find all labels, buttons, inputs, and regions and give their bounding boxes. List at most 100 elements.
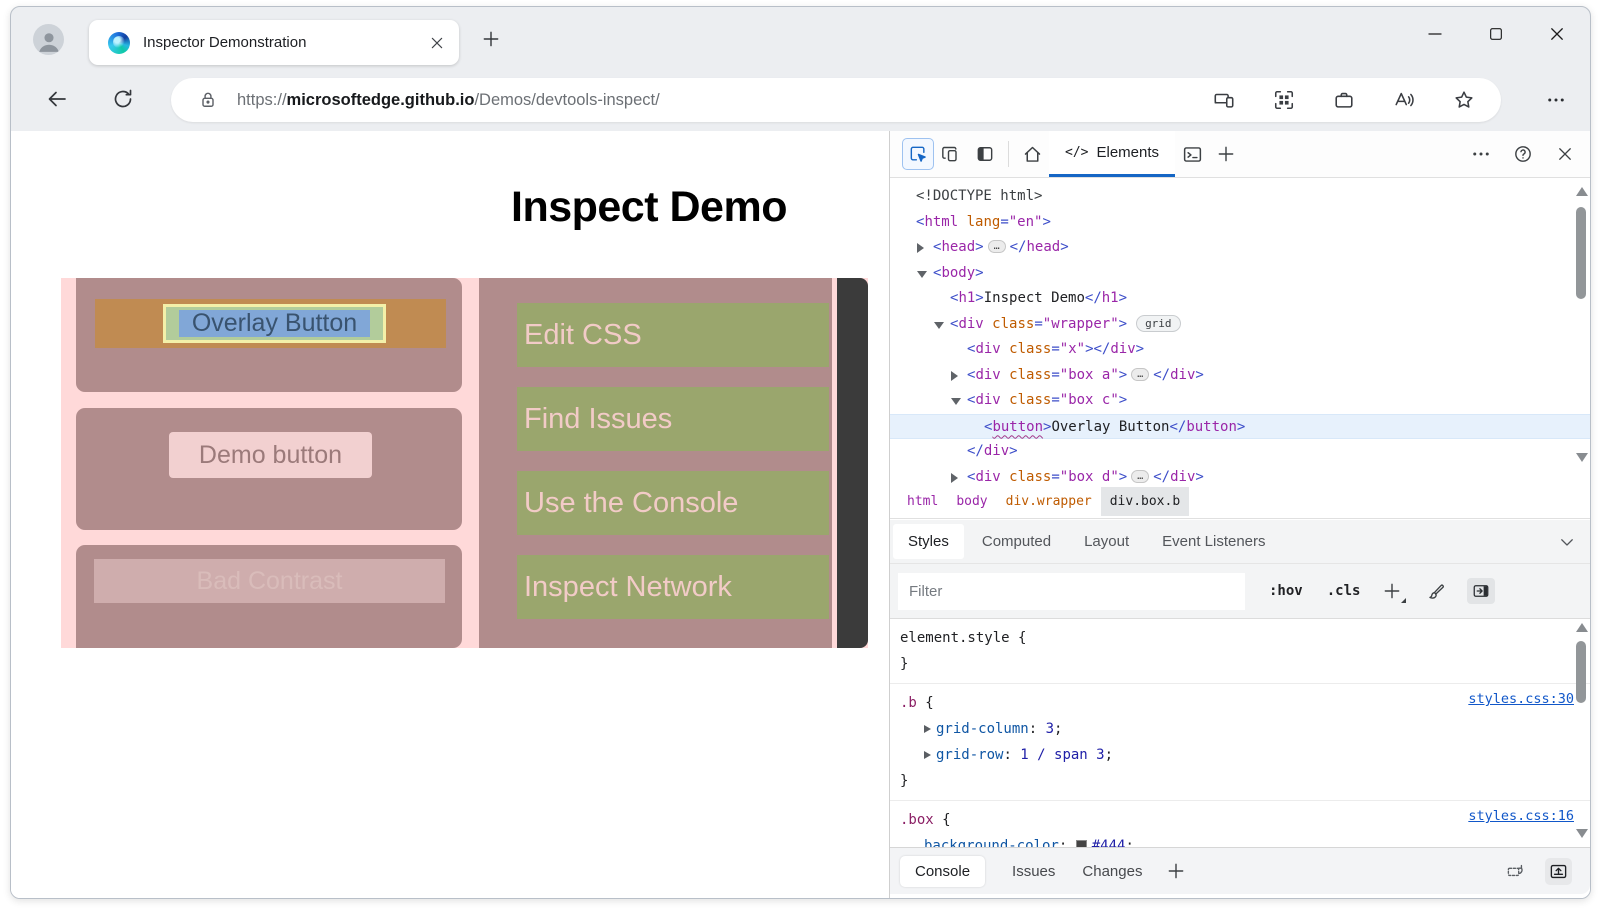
drawer-tab-changes[interactable]: Changes [1082,863,1142,880]
new-tab-button[interactable] [481,29,501,49]
ellipsis-expand-icon[interactable]: … [1131,367,1150,381]
breadcrumb-body[interactable]: body [947,487,996,516]
dom-token: class [1009,366,1052,383]
dom-token: > [975,264,984,281]
dom-tree-row[interactable]: <div class="box a">… </div> [890,363,1590,389]
dom-tree-row[interactable]: <body> [890,261,1590,287]
address-bar[interactable]: https://microsoftedge.github.io/Demos/de… [171,78,1501,122]
ellipsis-expand-icon[interactable]: … [987,240,1006,253]
expand-value-icon[interactable] [924,751,931,759]
collapse-arrow-icon[interactable] [951,398,961,405]
expand-value-icon[interactable] [924,725,931,733]
dom-token [958,214,966,230]
url-text[interactable]: https://microsoftedge.github.io/Demos/de… [237,91,1213,110]
more-options-icon[interactable] [1464,137,1498,171]
tab-computed[interactable]: Computed [967,524,1066,559]
console-panel-icon[interactable] [1175,137,1209,171]
dom-tree-row[interactable]: <!DOCTYPE html> [890,184,1590,210]
refresh-button[interactable] [111,87,135,111]
dom-token: "box a" [1059,366,1119,383]
expand-drawer-icon[interactable] [1545,857,1572,885]
pseudo-state-button[interactable]: :hov [1269,583,1303,599]
page-link-use-the-console[interactable]: Use the Console [517,471,829,535]
element-classes-button[interactable]: .cls [1327,583,1361,599]
collapse-arrow-icon[interactable] [917,270,927,278]
breadcrumb-div-wrapper[interactable]: div.wrapper [997,487,1101,516]
dom-tree-row[interactable]: <div class="x"></div> [890,337,1590,363]
css-rule: .b {grid-column: 3; grid-row: 1 / span 3;… [890,684,1590,801]
page-link-edit-css[interactable]: Edit CSS [517,303,829,367]
add-panel-icon[interactable] [1209,137,1243,171]
dom-token: > [1118,392,1128,408]
dom-token: head [941,239,976,255]
collapse-arrow-icon[interactable] [934,321,944,329]
close-devtools-icon[interactable] [1548,137,1582,171]
profile-avatar[interactable] [33,24,64,55]
home-icon[interactable] [1015,137,1049,171]
new-style-rule-icon[interactable] [1382,581,1407,603]
drawer-add-tab-icon[interactable] [1166,861,1186,881]
dom-tree-row[interactable]: <html lang="en"> [890,210,1590,236]
maximize-button[interactable] [1488,26,1504,42]
styles-scrollbar[interactable] [1575,619,1588,852]
dom-tree-row[interactable]: <div class="wrapper"> grid [890,312,1590,338]
drawer-activity-icon[interactable] [1506,862,1525,881]
overlay-button[interactable]: Overlay Button [179,309,370,337]
stylesheet-link[interactable]: styles.css:30 [1468,691,1574,707]
dom-tree-row[interactable]: </div> [890,439,1590,465]
back-button[interactable] [45,87,69,111]
chevron-down-icon[interactable] [1558,533,1576,551]
property-value: 3 [1045,721,1055,737]
expand-arrow-icon[interactable] [951,370,958,381]
dom-token: h1 [958,290,976,306]
dom-token: div [975,341,1001,357]
css-rule: element.style {} [890,619,1590,684]
breadcrumb-div-box-b[interactable]: div.box.b [1100,487,1190,516]
inspect-element-icon[interactable] [902,138,934,170]
dom-token: > [1009,443,1018,459]
close-window-button[interactable] [1548,25,1566,43]
css-property[interactable]: grid-row: 1 / span 3; [890,742,1590,768]
read-aloud-icon[interactable] [1393,89,1415,111]
dom-tree-row[interactable]: <div class="box c"> [890,388,1590,414]
rule-selector-line[interactable]: element.style { [890,625,1590,651]
dom-tree-row[interactable]: <head>… </head> [890,235,1590,261]
computed-sidebar-toggle-icon[interactable] [1467,578,1496,604]
settings-menu-icon[interactable] [1546,90,1566,110]
bad-contrast-button[interactable]: Bad Contrast [94,559,445,603]
styles-filter-input[interactable] [898,572,1245,610]
ellipsis-expand-icon[interactable]: … [1131,469,1150,483]
send-to-devices-icon[interactable] [1213,89,1235,111]
page-link-inspect-network[interactable]: Inspect Network [517,555,829,619]
apps-grid-icon[interactable] [1273,89,1295,111]
device-emulation-icon[interactable] [934,137,968,171]
expand-arrow-icon[interactable] [951,472,958,483]
expand-arrow-icon[interactable] [917,243,924,253]
browser-tab[interactable]: Inspector Demonstration [89,20,459,65]
dom-tree-row[interactable]: <h1>Inspect Demo</h1> [890,286,1590,312]
stylesheet-link[interactable]: styles.css:16 [1468,808,1574,824]
favorites-star-icon[interactable] [1453,89,1475,111]
tab-close-icon[interactable] [429,35,445,51]
dom-tree-row[interactable]: <button>Overlay Button</button> [890,413,1590,439]
tab-elements[interactable]: </> Elements [1049,131,1176,177]
tab-layout[interactable]: Layout [1069,524,1144,559]
demo-button[interactable]: Demo button [169,432,372,478]
styles-tabs: Styles Computed Layout Event Listeners [890,520,1590,564]
breadcrumb-html[interactable]: html [898,487,947,516]
dom-scrollbar[interactable] [1575,179,1588,485]
drawer-tab-console[interactable]: Console [900,855,986,887]
drawer-tab-issues[interactable]: Issues [1012,863,1055,880]
brush-icon[interactable] [1426,582,1445,601]
grid-badge[interactable]: grid [1136,314,1181,332]
dom-token [1001,341,1009,357]
dock-side-icon[interactable] [968,137,1002,171]
tab-event-listeners[interactable]: Event Listeners [1147,524,1280,559]
minimize-button[interactable] [1426,25,1444,43]
tab-styles[interactable]: Styles [893,524,964,559]
css-property[interactable]: grid-column: 3; [890,716,1590,742]
workspaces-icon[interactable] [1333,89,1355,111]
page-link-find-issues[interactable]: Find Issues [517,387,829,451]
help-icon[interactable] [1506,137,1540,171]
lock-icon[interactable] [198,90,218,110]
